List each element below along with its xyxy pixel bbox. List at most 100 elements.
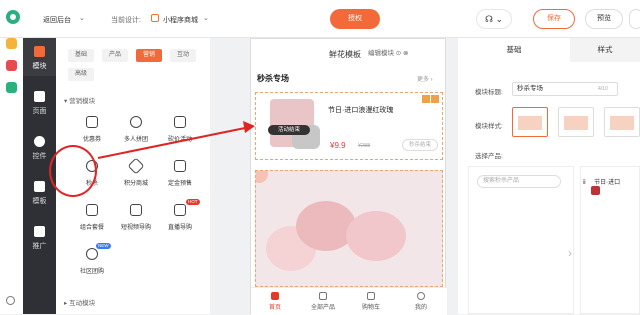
bottom-tab-bar: 首页 全部产品 购物车 我的: [251, 287, 447, 315]
user-icon: [417, 292, 425, 300]
selected-product-item[interactable]: ⅱ 节日·进口: [583, 177, 620, 195]
more-label: 更多: [417, 77, 430, 83]
edit-module-link[interactable]: 编辑模块 ⊙ ⊗: [368, 47, 409, 57]
module-title-label: 模块标题:: [475, 89, 503, 96]
module-tools: [421, 95, 441, 103]
canvas-title: 鲜花模板: [329, 50, 361, 59]
star-icon[interactable]: [6, 38, 17, 49]
back-to-admin-link[interactable]: 返回后台: [43, 15, 71, 25]
video-icon: [130, 204, 142, 216]
banner-image[interactable]: [255, 170, 443, 287]
module-label: 多人拼团: [123, 137, 148, 143]
module-community-group[interactable]: 社区团购 NEW: [74, 243, 111, 284]
card-icon[interactable]: [6, 82, 17, 93]
section-label: 营销模块: [69, 98, 96, 105]
cart-icon: [367, 292, 375, 300]
seckill-ended-button[interactable]: 秒杀结束: [402, 139, 438, 151]
eye-icon[interactable]: [6, 60, 17, 71]
product-picker: 搜索秒杀产品: [468, 166, 574, 314]
style-option-3[interactable]: [604, 107, 640, 137]
tag-advanced[interactable]: 高级: [68, 68, 95, 81]
preview-button[interactable]: 预览: [585, 9, 623, 29]
delete-icon[interactable]: [431, 95, 439, 103]
module-short-video[interactable]: 短视频导购: [118, 204, 154, 240]
product-image: [270, 99, 320, 149]
top-bar: 返回后台 ⌄ 当前设计: 小程序商城 ⌄ 授权 ☊ ⌄ 保存 预览: [0, 0, 640, 38]
megaphone-icon: [34, 226, 45, 237]
hot-badge: HOT: [186, 199, 200, 205]
nav-item-modules[interactable]: 模块: [23, 38, 56, 76]
home-icon: [271, 292, 279, 300]
calendar-icon: [174, 160, 186, 172]
activity-ended-tag: 活动结束: [268, 125, 310, 135]
tag-basic[interactable]: 基础: [68, 49, 95, 62]
new-badge: NEW: [96, 243, 111, 249]
nav-label: 模块: [32, 63, 47, 70]
select-product-label: 选择产品:: [475, 153, 503, 160]
module-points-mall[interactable]: 积分商城: [118, 157, 154, 196]
current-design-label: 当前设计:: [111, 17, 141, 24]
module-live[interactable]: 直播导购 HOT: [162, 199, 200, 240]
grid-icon: [319, 292, 327, 300]
diamond-icon: [127, 157, 145, 175]
style-option-2[interactable]: [558, 107, 594, 137]
original-price: ¥288: [358, 143, 371, 149]
nav-label: 推广: [32, 243, 47, 250]
nav-label: 模板: [32, 198, 47, 205]
tag-marketing[interactable]: 营销: [136, 49, 163, 62]
tv-icon: [174, 204, 186, 216]
module-deposit-presale[interactable]: 定金预售: [162, 160, 198, 196]
left-icon-rail: [0, 38, 23, 314]
save-button[interactable]: 保存: [533, 9, 575, 29]
chevron-right-icon[interactable]: ›: [568, 246, 572, 260]
shop-name-select[interactable]: 小程序商城: [163, 15, 198, 25]
toggle-icon: [34, 136, 45, 147]
tab-mine[interactable]: 我的: [401, 292, 441, 311]
module-label: 定金预售: [167, 181, 192, 187]
tag-interaction[interactable]: 互动: [170, 49, 197, 62]
tab-home[interactable]: 首页: [255, 292, 295, 311]
tab-label: 样式: [597, 45, 613, 54]
edit-icon[interactable]: [422, 95, 430, 103]
nav-label: 页面: [32, 108, 47, 115]
more-button[interactable]: [629, 9, 640, 29]
headset-icon: ☊ ⌄: [484, 14, 504, 24]
module-style-label: 模块样式:: [475, 123, 503, 130]
section-label: 互动模块: [69, 300, 96, 307]
tab-label: 首页: [268, 305, 281, 311]
selected-products: ⅱ 节日·进口: [580, 166, 640, 314]
module-bargain[interactable]: 砍价活动: [162, 116, 198, 152]
tab-cart[interactable]: 购物车: [351, 292, 391, 311]
tab-style-settings[interactable]: 样式: [570, 38, 640, 62]
app-logo-icon: [6, 10, 20, 24]
product-search-input[interactable]: 搜索秒杀产品: [477, 175, 561, 188]
section-marketing[interactable]: ▾ 营销模块: [64, 95, 95, 105]
style-option-1[interactable]: [512, 107, 548, 137]
nav-item-promotion[interactable]: 推广: [23, 218, 56, 256]
support-headset-button[interactable]: ☊ ⌄: [476, 9, 512, 29]
style-preview: [564, 116, 588, 130]
module-group-buy[interactable]: 多人拼团: [118, 116, 154, 152]
tab-basic-settings[interactable]: 基础: [458, 38, 570, 62]
group-icon: [130, 116, 142, 128]
module-label: 直播导购: [167, 225, 192, 231]
banner-handle[interactable]: [256, 171, 268, 183]
seckill-title: 秒杀专场: [257, 74, 289, 83]
seckill-product-card[interactable]: 活动结束 节日·进口浪漫红玫瑰 ¥9.9 ¥288 秒杀结束: [255, 92, 443, 160]
style-preview: [610, 116, 634, 130]
module-label: 砍价活动: [167, 137, 192, 143]
tag-product[interactable]: 产品: [102, 49, 129, 62]
template-icon: [34, 181, 45, 192]
more-link[interactable]: 更多 ›: [417, 74, 433, 83]
module-label: 短视频导购: [120, 225, 151, 231]
module-label: 优惠券: [82, 137, 101, 143]
edit-module-label: 编辑模块: [368, 50, 394, 57]
tab-all-products[interactable]: 全部产品: [303, 292, 343, 311]
nav-item-pages[interactable]: 页面: [23, 83, 56, 121]
module-combo[interactable]: 组合套餐: [74, 204, 110, 240]
bag-icon: [86, 204, 98, 216]
tab-label: 我的: [414, 305, 427, 311]
authorize-button[interactable]: 授权: [330, 9, 380, 29]
section-interaction[interactable]: ▸ 互动模块: [64, 297, 95, 307]
gear-icon[interactable]: [6, 296, 15, 305]
